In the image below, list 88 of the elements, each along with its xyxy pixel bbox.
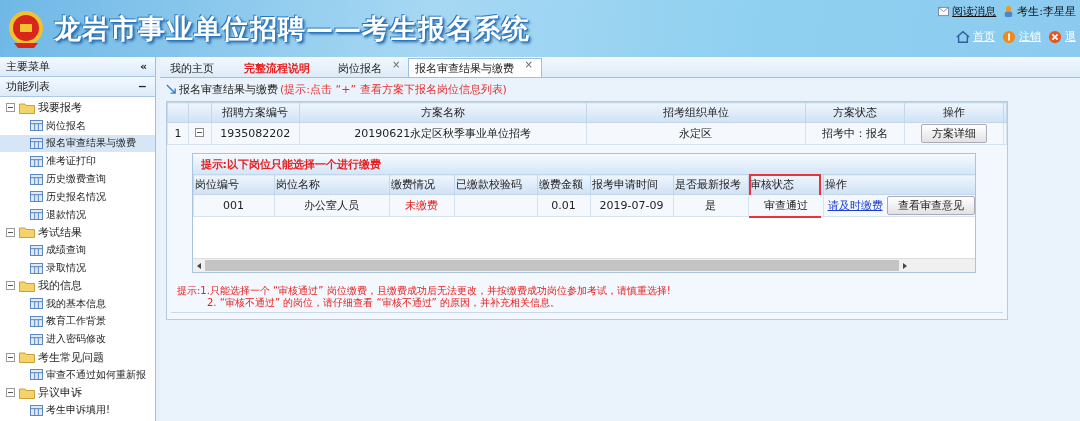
folder-icon <box>19 386 35 399</box>
table-icon <box>30 138 43 149</box>
column-header: 招聘方案编号 <box>211 102 300 123</box>
tab[interactable]: 完整流程说明 <box>238 59 330 77</box>
close-icon[interactable]: × <box>392 59 401 70</box>
table-icon <box>30 244 43 256</box>
user-icon <box>1003 6 1015 17</box>
column-header: 缴费金额 <box>537 174 590 195</box>
tree-group[interactable]: 我要报考 <box>38 100 82 116</box>
column-header: 是否最新报考 <box>673 174 748 195</box>
column-header: 方案名称 <box>299 102 587 123</box>
folder-icon <box>19 279 35 292</box>
tree-item[interactable]: 审查不通过如何重新报 <box>0 365 155 384</box>
notice-text: 提示:以下岗位只能选择一个进行缴费 <box>192 154 975 174</box>
site-title: 龙岩市事业单位招聘——考生报名系统 <box>54 11 530 46</box>
toggle-icon[interactable] <box>6 227 15 237</box>
review-opinion-button[interactable]: 查看审查意见 <box>886 196 975 215</box>
table-icon <box>30 262 43 274</box>
tree-item[interactable]: 教育工作背景 <box>0 312 155 331</box>
table-cell: 永定区 <box>586 122 806 145</box>
tree-item[interactable]: 历史缴费查询 <box>0 170 155 188</box>
close-icon[interactable]: × <box>524 59 533 70</box>
tree-item[interactable]: 进入密码修改 <box>0 330 155 349</box>
tree-item[interactable]: 岗位报名 <box>0 116 155 135</box>
table-icon <box>30 155 43 167</box>
tree-item[interactable]: 报名审查结果与缴费 <box>0 134 155 153</box>
column-header: 报考申请时间 <box>590 174 673 195</box>
column-header: 操作 <box>904 102 1004 123</box>
folder-icon <box>19 226 35 239</box>
toggle-icon[interactable] <box>6 352 15 362</box>
horizontal-scrollbar[interactable] <box>192 258 975 272</box>
close-icon <box>1048 29 1062 44</box>
toggle-icon[interactable] <box>195 128 205 137</box>
panel-title: 报名审查结果与缴费 <box>179 81 278 97</box>
table-cell: 001 <box>193 194 274 217</box>
home-icon <box>956 29 970 44</box>
column-header: 岗位编号 <box>193 174 274 195</box>
info-icon <box>1002 29 1016 44</box>
table-icon <box>30 191 43 203</box>
column-header: 方案状态 <box>805 102 905 123</box>
section-title: 功能列表 <box>6 79 50 94</box>
tree-item[interactable]: 退款情况 <box>0 205 155 224</box>
emblem-icon <box>6 8 46 49</box>
collapse-button[interactable]: − <box>137 80 147 93</box>
column-header: 缴费情况 <box>389 174 454 195</box>
table-icon <box>30 173 43 185</box>
toggle-icon[interactable] <box>6 388 15 398</box>
table-icon <box>30 298 43 310</box>
tree-item[interactable]: 考生申诉填用! <box>0 401 155 420</box>
column-header: 岗位名称 <box>274 174 389 195</box>
toggle-icon[interactable] <box>6 281 15 291</box>
column-header: 已缴款校验码 <box>454 174 537 195</box>
tree-item[interactable]: 成绩查询 <box>0 241 155 260</box>
collapse-button[interactable]: « <box>139 60 147 73</box>
table-icon <box>30 369 43 381</box>
note-text: 2. “审核不通过” 的岗位，请仔细查看 “审核不通过” 的原因，并补充相关信息。 <box>206 297 561 309</box>
tree-item[interactable]: 录取情况 <box>0 259 155 277</box>
folder-icon <box>19 101 35 114</box>
read-messages-link[interactable]: 阅读消息 <box>952 4 997 19</box>
pay-link[interactable]: 请及时缴费 <box>827 199 883 212</box>
panel-hint: (提示:点击 “+” 查看方案下报名岗位信息列表) <box>280 81 507 97</box>
tree-item[interactable]: 准考证打印 <box>0 152 155 171</box>
tree-group[interactable]: 考试结果 <box>38 224 82 240</box>
tab[interactable]: 岗位报名 × <box>332 59 407 77</box>
table-icon <box>30 120 43 132</box>
row-number: 1 <box>167 122 189 145</box>
user-name: 考生:李星星 <box>1017 4 1076 19</box>
sidebar-title: 主要菜单 <box>6 59 50 74</box>
tree-item[interactable]: 历史报名情况 <box>0 188 155 206</box>
toggle-icon[interactable] <box>6 103 15 113</box>
plan-details-button[interactable]: 方案详细 <box>921 124 988 143</box>
table-cell: 20190621永定区秋季事业单位招考 <box>299 122 587 145</box>
tree-group[interactable]: 考生常见问题 <box>38 349 104 365</box>
tree-item[interactable]: 我的基本信息 <box>0 294 155 313</box>
tab[interactable]: 我的主页 <box>164 59 236 77</box>
column-header: 招考组织单位 <box>586 102 806 123</box>
column-header: 操作 <box>823 174 975 195</box>
table-icon <box>30 315 43 327</box>
note-text: 提示:1.只能选择一个 “审核通过” 岗位缴费，且缴费成功后无法更改，并按缴费成功岗位参加考试，请慎重选择! <box>177 285 672 297</box>
folder-icon <box>19 351 35 364</box>
tree-group[interactable]: 异议申诉 <box>38 385 82 401</box>
table-icon <box>30 333 43 345</box>
table-icon <box>30 404 43 416</box>
tab[interactable]: 报名审查结果与缴费 × <box>408 58 543 77</box>
arrow-icon <box>166 83 177 95</box>
tree-group[interactable]: 我的信息 <box>38 278 82 294</box>
envelope-icon <box>938 6 950 17</box>
table-icon <box>30 209 43 221</box>
